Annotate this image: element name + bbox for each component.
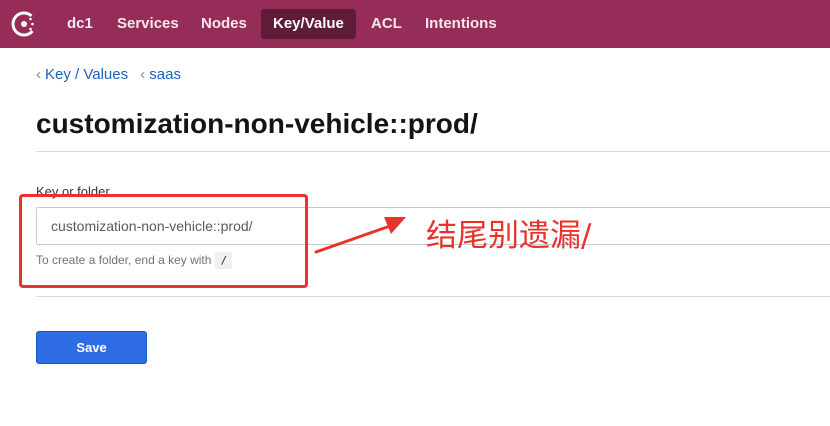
annotation-arrow-icon — [314, 217, 406, 254]
annotation-text: 结尾别遗漏/ — [426, 218, 592, 254]
